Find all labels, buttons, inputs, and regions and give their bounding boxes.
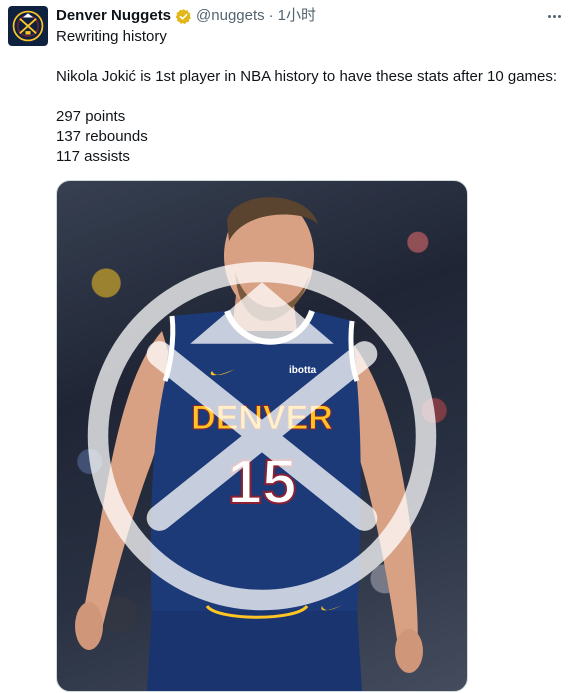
tweet-text-line: Nikola Jokić is 1st player in NBA histor… bbox=[56, 68, 558, 85]
more-options-icon bbox=[547, 14, 551, 18]
header-separator: · bbox=[268, 7, 274, 24]
more-options-icon-dot bbox=[557, 14, 561, 18]
tweet-text-line: 297 points bbox=[56, 108, 126, 125]
tweet-text-line: 137 rebounds bbox=[56, 128, 148, 145]
tweet-text-line: 117 assists bbox=[56, 148, 130, 165]
more-options-icon-dot bbox=[552, 14, 556, 18]
nuggets-logo-icon bbox=[12, 10, 44, 42]
tweet-photo[interactable]: ibotta DENVER 15 bbox=[56, 180, 468, 692]
tweet: Denver Nuggets @nuggets · 1小时 Rewriting … bbox=[0, 0, 576, 693]
tweet-timestamp[interactable]: 1小时 bbox=[278, 6, 316, 26]
tweet-text-line: Rewriting history bbox=[56, 28, 167, 45]
author-handle[interactable]: @nuggets bbox=[196, 6, 265, 26]
author-display-name[interactable]: Denver Nuggets bbox=[56, 6, 171, 26]
nuggets-logo-icon bbox=[87, 261, 437, 611]
avatar[interactable] bbox=[8, 6, 48, 46]
tweet-header: Denver Nuggets @nuggets · 1小时 bbox=[56, 6, 316, 26]
more-options-button[interactable] bbox=[544, 8, 564, 24]
verified-badge-icon bbox=[175, 8, 191, 24]
